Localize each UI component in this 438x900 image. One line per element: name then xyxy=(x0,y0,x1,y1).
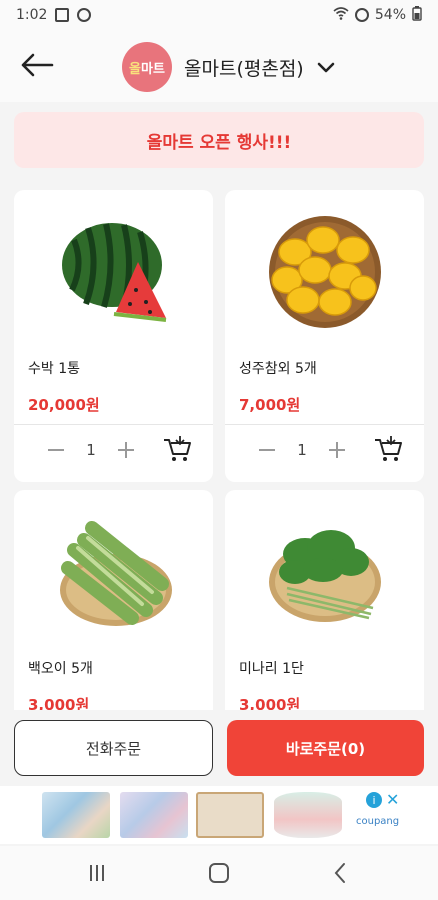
product-card[interactable]: 미나리 1단 3,000원 1 xyxy=(225,490,424,710)
status-bar: 1:02 54% xyxy=(0,0,438,30)
product-card[interactable]: 성주참외 5개 7,000원 1 xyxy=(225,190,424,482)
promo-banner[interactable]: 올마트 오픈 행사!!! xyxy=(14,112,424,168)
plus-button[interactable] xyxy=(327,440,347,460)
direct-order-button[interactable]: 바로주문(0) xyxy=(227,720,424,776)
notification-icon xyxy=(77,8,92,22)
ad-thumbnail[interactable] xyxy=(196,792,264,838)
product-price: 20,000원 xyxy=(28,396,100,414)
back-nav-icon[interactable] xyxy=(328,860,354,886)
quantity-stepper: 1 xyxy=(46,436,136,464)
product-name: 미나리 1단 xyxy=(239,661,304,677)
promo-banner-text: 올마트 오픈 행사!!! xyxy=(146,132,292,153)
product-name: 수박 1통 xyxy=(28,361,80,377)
store-logo: 올 마트 xyxy=(122,42,172,92)
product-price: 3,000원 xyxy=(239,696,301,710)
add-to-cart-icon[interactable] xyxy=(373,434,403,464)
quantity-value: 1 xyxy=(297,441,307,459)
product-price: 3,000원 xyxy=(28,696,90,710)
ad-banner[interactable]: i ✕ coupang xyxy=(0,786,438,844)
divider xyxy=(14,424,213,425)
battery-level: 54% xyxy=(374,7,406,23)
product-card[interactable]: 수박 1통 20,000원 1 xyxy=(14,190,213,482)
add-to-cart-icon[interactable] xyxy=(162,434,192,464)
minus-button[interactable] xyxy=(257,440,277,460)
product-card[interactable]: 백오이 5개 3,000원 1 xyxy=(14,490,213,710)
ad-close-icon[interactable]: ✕ xyxy=(386,790,399,809)
minus-button[interactable] xyxy=(46,440,66,460)
ad-thumbnail[interactable] xyxy=(42,792,110,838)
ad-thumbnail[interactable] xyxy=(120,792,188,838)
recent-apps-icon[interactable] xyxy=(84,860,110,886)
gallery-icon xyxy=(55,8,70,22)
direct-order-label: 바로주문(0) xyxy=(285,739,366,758)
plus-button[interactable] xyxy=(116,440,136,460)
do-not-disturb-icon xyxy=(354,8,369,22)
ad-info-icon[interactable]: i xyxy=(366,792,382,808)
battery-icon xyxy=(412,5,422,25)
water-parsley-image xyxy=(269,530,381,622)
quantity-value: 1 xyxy=(86,441,96,459)
quantity-stepper: 1 xyxy=(257,436,347,464)
product-grid: 수박 1통 20,000원 1 성주참외 5개 7,000원 1 백오이 5개 … xyxy=(14,190,424,710)
chevron-down-icon xyxy=(317,62,335,73)
ad-brand-logo: coupang xyxy=(356,816,400,827)
back-button[interactable] xyxy=(20,52,54,78)
wifi-icon xyxy=(333,6,349,24)
watermelon-image xyxy=(62,223,167,322)
cucumber-image xyxy=(60,521,172,626)
system-nav-bar xyxy=(0,846,438,900)
product-name: 성주참외 5개 xyxy=(239,361,317,377)
header: 올 마트 올마트(평촌점) xyxy=(0,30,438,102)
home-icon[interactable] xyxy=(206,860,232,886)
product-name: 백오이 5개 xyxy=(28,661,93,677)
phone-order-button[interactable]: 전화주문 xyxy=(14,720,213,776)
store-name: 올마트(평촌점) xyxy=(184,57,304,80)
product-price: 7,000원 xyxy=(239,396,301,414)
arrow-left-icon xyxy=(21,53,54,77)
order-actions: 전화주문 바로주문(0) xyxy=(14,720,424,776)
ad-thumbnail[interactable] xyxy=(274,792,342,838)
divider xyxy=(225,424,424,425)
status-time: 1:02 xyxy=(16,7,48,23)
logo-text-o: 올 xyxy=(129,61,142,77)
korean-melon-image xyxy=(269,216,381,328)
logo-text-rest: 마트 xyxy=(141,61,165,77)
store-selector[interactable]: 올 마트 올마트(평촌점) xyxy=(122,42,336,92)
phone-order-label: 전화주문 xyxy=(85,739,142,758)
